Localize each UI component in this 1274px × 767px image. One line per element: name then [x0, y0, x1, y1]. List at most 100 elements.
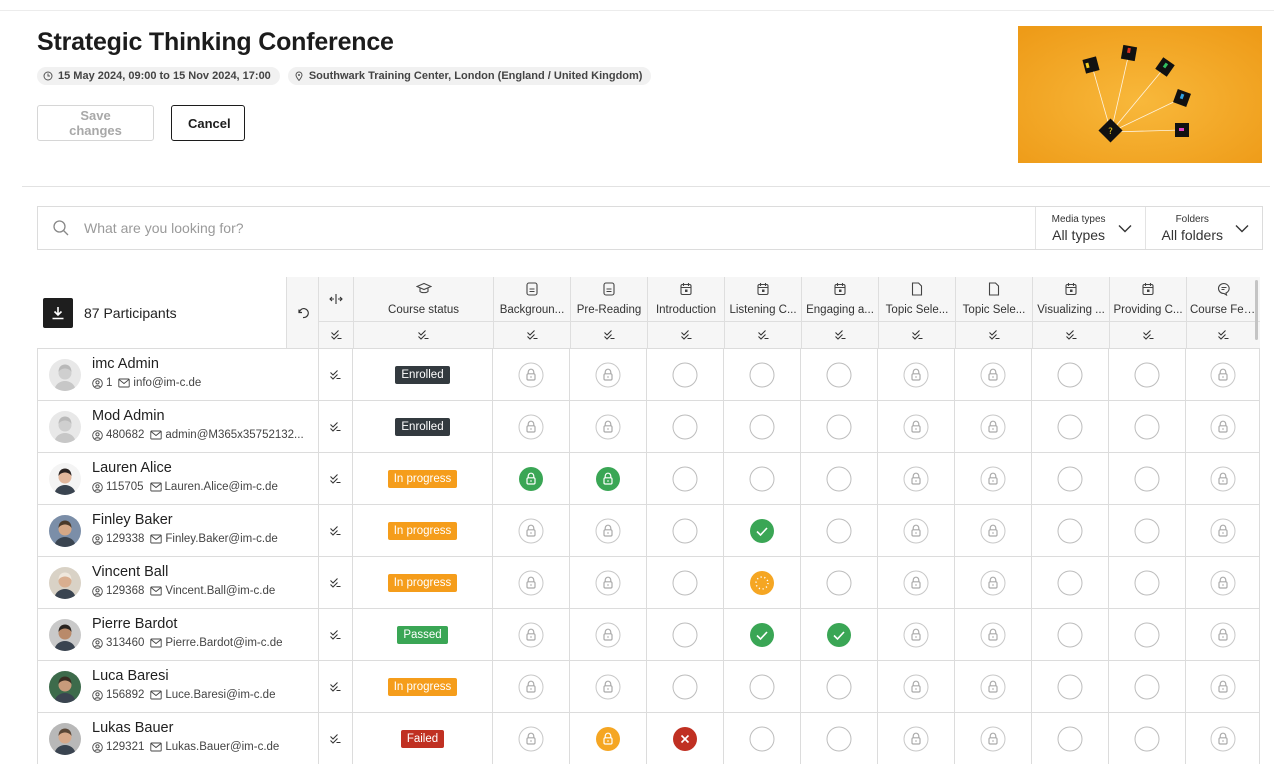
progress-cell[interactable]: [570, 349, 647, 400]
progress-cell[interactable]: [1186, 453, 1260, 504]
progress-cell[interactable]: [1032, 557, 1109, 608]
row-check[interactable]: [318, 349, 353, 400]
progress-cell[interactable]: [724, 349, 801, 400]
progress-cell[interactable]: [1186, 609, 1260, 660]
progress-cell[interactable]: [1032, 713, 1109, 764]
progress-cell[interactable]: [1186, 349, 1260, 400]
progress-cell[interactable]: [493, 401, 570, 452]
progress-cell[interactable]: [647, 661, 724, 712]
progress-cell[interactable]: [570, 401, 647, 452]
progress-cell[interactable]: [1032, 453, 1109, 504]
column-header[interactable]: Course status: [353, 277, 493, 348]
progress-cell[interactable]: [955, 609, 1032, 660]
progress-cell[interactable]: [955, 453, 1032, 504]
progress-cell[interactable]: [801, 557, 878, 608]
cancel-button[interactable]: Cancel: [171, 105, 245, 141]
progress-cell[interactable]: [724, 609, 801, 660]
progress-cell[interactable]: [801, 609, 878, 660]
column-header[interactable]: Backgroun...: [493, 277, 570, 348]
progress-cell[interactable]: [1032, 349, 1109, 400]
progress-cell[interactable]: [1032, 661, 1109, 712]
progress-cell[interactable]: [878, 713, 955, 764]
participant-cell[interactable]: Pierre Bardot 313460 Pierre.Bardot@im-c.…: [37, 609, 318, 660]
column-header[interactable]: Engaging a...: [801, 277, 878, 348]
participant-cell[interactable]: Finley Baker 129338 Finley.Baker@im-c.de: [37, 505, 318, 556]
participant-cell[interactable]: Lauren Alice 115705 Lauren.Alice@im-c.de: [37, 453, 318, 504]
progress-cell[interactable]: [1109, 401, 1186, 452]
progress-cell[interactable]: [647, 713, 724, 764]
row-check[interactable]: [318, 557, 353, 608]
scrollbar[interactable]: [1255, 280, 1258, 340]
progress-cell[interactable]: [724, 401, 801, 452]
column-check-all[interactable]: [1110, 322, 1186, 348]
progress-cell[interactable]: [878, 609, 955, 660]
progress-cell[interactable]: [570, 609, 647, 660]
progress-cell[interactable]: [1186, 713, 1260, 764]
progress-cell[interactable]: [955, 505, 1032, 556]
progress-cell[interactable]: [724, 505, 801, 556]
search-input[interactable]: What are you looking for?: [84, 220, 1035, 236]
progress-cell[interactable]: [801, 713, 878, 764]
progress-cell[interactable]: [1032, 505, 1109, 556]
column-header[interactable]: Course Fee...: [1186, 277, 1260, 348]
progress-cell[interactable]: [647, 557, 724, 608]
progress-cell[interactable]: [878, 505, 955, 556]
progress-cell[interactable]: [1032, 401, 1109, 452]
row-check[interactable]: [318, 713, 353, 764]
progress-cell[interactable]: [955, 557, 1032, 608]
column-header[interactable]: Topic Sele...: [955, 277, 1032, 348]
column-check-all[interactable]: [1187, 322, 1260, 348]
expand-columns-icon[interactable]: [329, 293, 343, 305]
progress-cell[interactable]: [570, 713, 647, 764]
progress-cell[interactable]: [647, 401, 724, 452]
column-check-all[interactable]: [494, 322, 570, 348]
progress-cell[interactable]: [647, 453, 724, 504]
progress-cell[interactable]: [1186, 505, 1260, 556]
download-button[interactable]: [43, 298, 73, 328]
save-changes-button[interactable]: Save changes: [37, 105, 154, 141]
row-check[interactable]: [318, 453, 353, 504]
column-check-all[interactable]: [648, 322, 724, 348]
progress-cell[interactable]: [1109, 453, 1186, 504]
progress-cell[interactable]: [724, 453, 801, 504]
progress-cell[interactable]: [493, 713, 570, 764]
progress-cell[interactable]: [1109, 557, 1186, 608]
progress-cell[interactable]: [1109, 609, 1186, 660]
header-check-all[interactable]: [319, 322, 353, 348]
progress-cell[interactable]: [1109, 713, 1186, 764]
progress-cell[interactable]: [724, 557, 801, 608]
progress-cell[interactable]: [955, 349, 1032, 400]
folders-filter[interactable]: Folders All folders: [1144, 207, 1262, 249]
media-types-filter[interactable]: Media types All types: [1034, 207, 1145, 249]
progress-cell[interactable]: [801, 349, 878, 400]
row-check[interactable]: [318, 505, 353, 556]
column-check-all[interactable]: [354, 322, 493, 348]
progress-cell[interactable]: [1186, 661, 1260, 712]
progress-cell[interactable]: [724, 661, 801, 712]
progress-cell[interactable]: [570, 557, 647, 608]
participant-cell[interactable]: Mod Admin 480682 admin@M365x35752132...: [37, 401, 318, 452]
progress-cell[interactable]: [955, 713, 1032, 764]
row-check[interactable]: [318, 661, 353, 712]
column-check-all[interactable]: [725, 322, 801, 348]
progress-cell[interactable]: [878, 661, 955, 712]
row-check[interactable]: [318, 401, 353, 452]
progress-cell[interactable]: [1186, 557, 1260, 608]
row-check[interactable]: [318, 609, 353, 660]
column-header[interactable]: Visualizing ...: [1032, 277, 1109, 348]
progress-cell[interactable]: [570, 661, 647, 712]
progress-cell[interactable]: [1109, 505, 1186, 556]
reset-button[interactable]: [286, 277, 318, 348]
progress-cell[interactable]: [647, 349, 724, 400]
column-check-all[interactable]: [571, 322, 647, 348]
progress-cell[interactable]: [724, 713, 801, 764]
column-header[interactable]: Listening C...: [724, 277, 801, 348]
progress-cell[interactable]: [1109, 661, 1186, 712]
progress-cell[interactable]: [801, 453, 878, 504]
progress-cell[interactable]: [493, 609, 570, 660]
progress-cell[interactable]: [570, 505, 647, 556]
progress-cell[interactable]: [1109, 349, 1186, 400]
progress-cell[interactable]: [955, 661, 1032, 712]
progress-cell[interactable]: [955, 401, 1032, 452]
participant-cell[interactable]: Vincent Ball 129368 Vincent.Ball@im-c.de: [37, 557, 318, 608]
